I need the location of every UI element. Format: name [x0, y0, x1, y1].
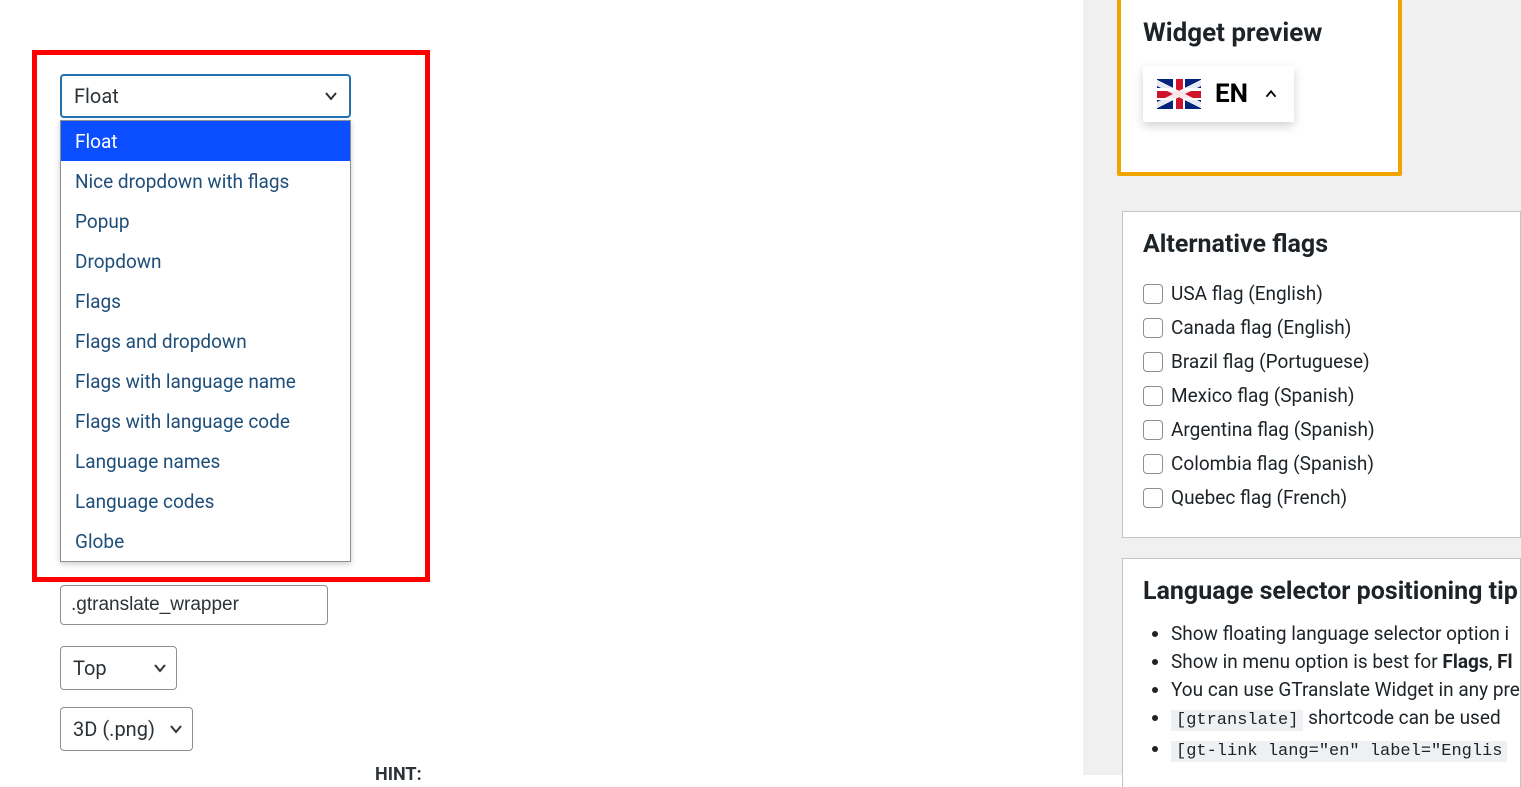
position-select[interactable]: Top	[60, 646, 177, 690]
positioning-tips-card: Language selector positioning tip Show f…	[1122, 558, 1521, 787]
alt-flag-row[interactable]: Colombia flag (Spanish)	[1143, 449, 1500, 479]
tip-text: shortcode can be used	[1303, 706, 1500, 729]
alt-flag-checkbox[interactable]	[1143, 386, 1163, 406]
chevron-down-icon	[321, 86, 341, 106]
tip-code: [gtranslate]	[1171, 710, 1303, 731]
widget-look-listbox[interactable]: Float Nice dropdown with flags Popup Dro…	[60, 120, 351, 562]
alt-flag-row[interactable]: USA flag (English)	[1143, 279, 1500, 309]
widget-look-option[interactable]: Language codes	[61, 481, 350, 521]
tip-item: Show floating language selector option i	[1171, 620, 1500, 648]
alt-flag-label: USA flag (English)	[1171, 279, 1323, 309]
alt-flag-label: Colombia flag (Spanish)	[1171, 449, 1374, 479]
flag-style-select[interactable]: 3D (.png)	[60, 707, 193, 751]
alt-flag-label: Brazil flag (Portuguese)	[1171, 347, 1370, 377]
chevron-down-icon	[150, 658, 170, 678]
widget-preview-title: Widget preview	[1143, 18, 1376, 48]
uk-flag-icon	[1157, 79, 1201, 109]
wrapper-selector-input[interactable]	[60, 585, 328, 625]
widget-look-option[interactable]: Dropdown	[61, 241, 350, 281]
tip-text: Show in menu option is best for	[1171, 650, 1442, 673]
tip-item: Show in menu option is best for Flags, F…	[1171, 648, 1500, 676]
language-chip[interactable]: EN	[1143, 66, 1294, 122]
widget-look-option[interactable]: Flags and dropdown	[61, 321, 350, 361]
widget-look-select[interactable]: Float	[60, 74, 351, 118]
tip-text: You can use GTranslate Widget in any pre	[1171, 678, 1520, 701]
alt-flag-row[interactable]: Canada flag (English)	[1143, 313, 1500, 343]
language-code: EN	[1215, 79, 1248, 109]
alt-flag-checkbox[interactable]	[1143, 454, 1163, 474]
alt-flag-checkbox[interactable]	[1143, 352, 1163, 372]
alt-flag-row[interactable]: Mexico flag (Spanish)	[1143, 381, 1500, 411]
widget-look-option[interactable]: Globe	[61, 521, 350, 561]
flag-style-value: 3D (.png)	[73, 717, 155, 741]
alt-flag-checkbox[interactable]	[1143, 488, 1163, 508]
tip-item: You can use GTranslate Widget in any pre	[1171, 676, 1500, 704]
alt-flag-checkbox[interactable]	[1143, 318, 1163, 338]
widget-preview-card: Widget preview EN	[1117, 0, 1402, 176]
positioning-tips-title: Language selector positioning tip	[1143, 577, 1500, 606]
widget-look-value: Float	[74, 84, 119, 108]
chevron-down-icon	[166, 719, 186, 739]
tip-item: [gt-link lang="en" label="Englis	[1171, 735, 1500, 766]
widget-look-option[interactable]: Flags with language code	[61, 401, 350, 441]
position-select-value: Top	[73, 656, 107, 680]
alt-flag-label: Mexico flag (Spanish)	[1171, 381, 1355, 411]
widget-look-option[interactable]: Float	[61, 121, 350, 161]
alt-flag-label: Quebec flag (French)	[1171, 483, 1347, 513]
alt-flag-row[interactable]: Brazil flag (Portuguese)	[1143, 347, 1500, 377]
alternative-flags-card: Alternative flags USA flag (English) Can…	[1122, 211, 1521, 538]
tip-bold: Flags	[1442, 650, 1488, 673]
widget-look-option[interactable]: Flags	[61, 281, 350, 321]
alt-flag-label: Canada flag (English)	[1171, 313, 1351, 343]
alt-flag-checkbox[interactable]	[1143, 284, 1163, 304]
alt-flag-row[interactable]: Quebec flag (French)	[1143, 483, 1500, 513]
tip-item: [gtranslate] shortcode can be used	[1171, 704, 1500, 735]
tip-text: ,	[1489, 650, 1497, 673]
widget-look-option[interactable]: Flags with language name	[61, 361, 350, 401]
tip-bold: Fl	[1497, 650, 1512, 673]
widget-look-option[interactable]: Language names	[61, 441, 350, 481]
tip-text: Show floating language selector option i	[1171, 622, 1509, 645]
widget-look-option[interactable]: Popup	[61, 201, 350, 241]
alt-flag-row[interactable]: Argentina flag (Spanish)	[1143, 415, 1500, 445]
alt-flag-checkbox[interactable]	[1143, 420, 1163, 440]
chevron-up-icon	[1262, 85, 1280, 103]
alternative-flags-title: Alternative flags	[1143, 230, 1500, 259]
alt-flag-label: Argentina flag (Spanish)	[1171, 415, 1375, 445]
tip-code: [gt-link lang="en" label="Englis	[1171, 741, 1507, 762]
widget-look-option[interactable]: Nice dropdown with flags	[61, 161, 350, 201]
